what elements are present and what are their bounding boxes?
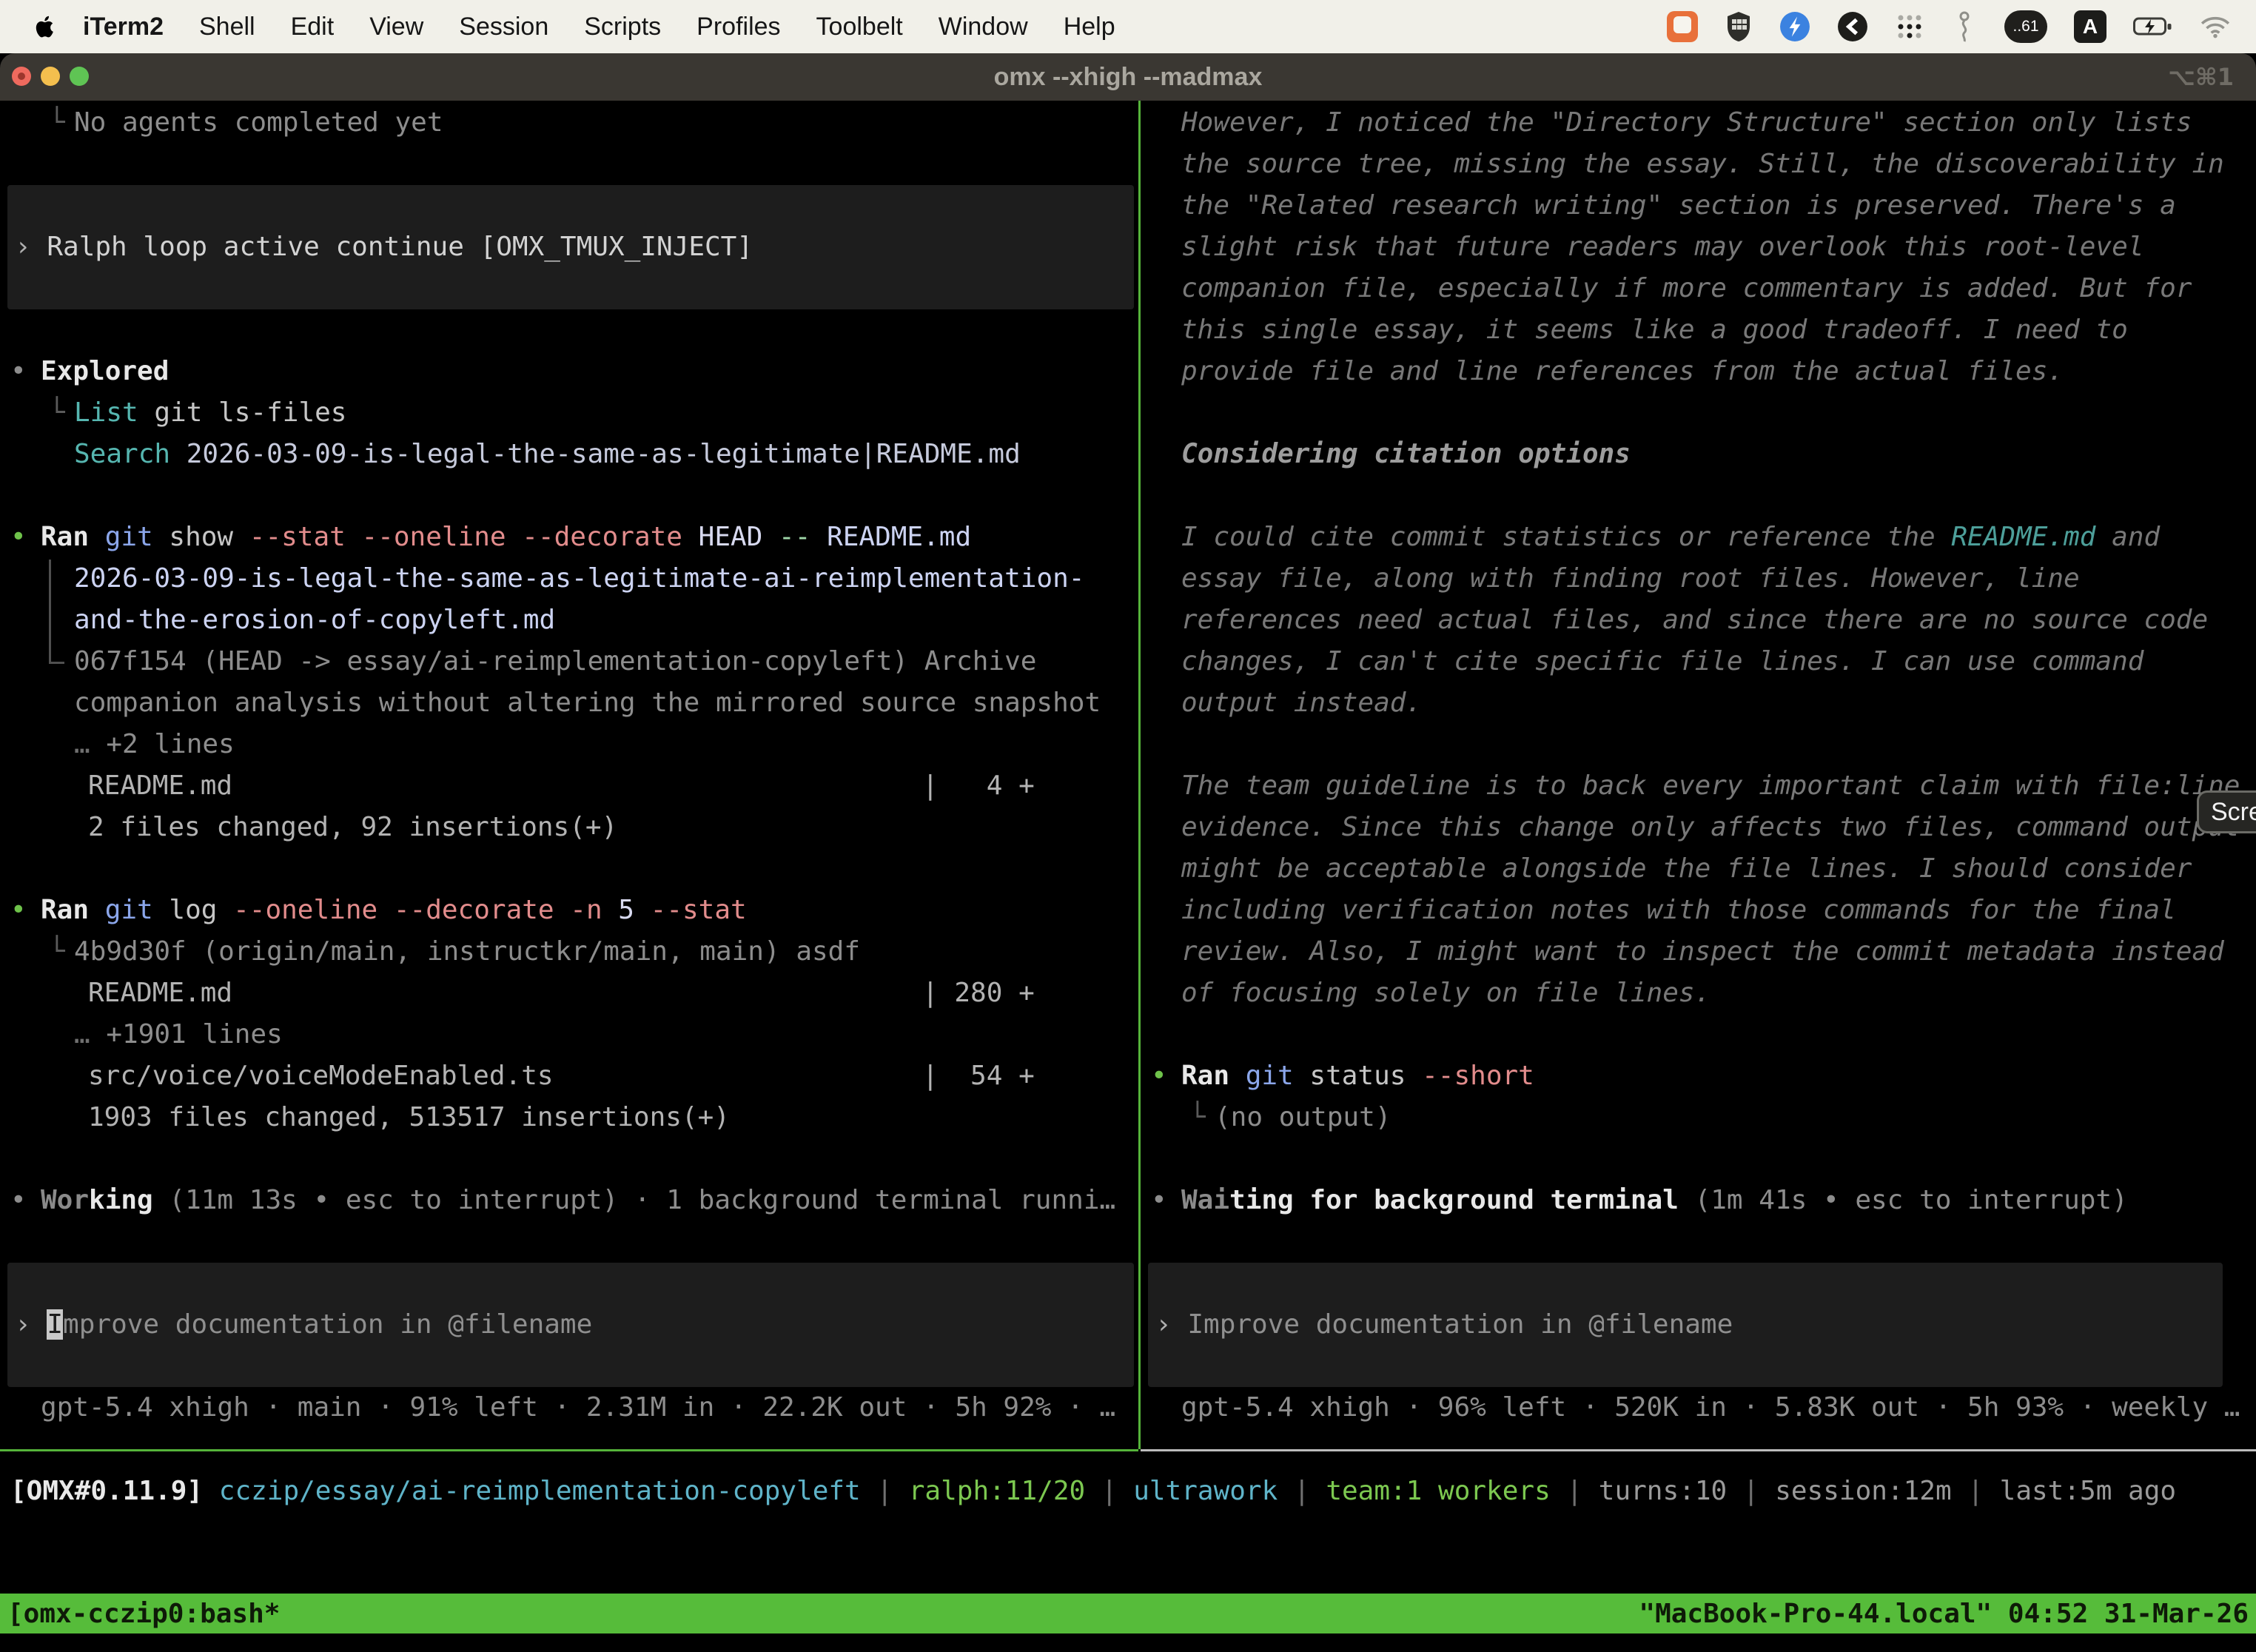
menu-item-shell[interactable]: Shell [181,13,273,41]
prompt-arrow-icon: › [15,1309,47,1340]
injected-prompt-text: Ralph loop active continue [OMX_TMUX_INJ… [47,232,753,262]
tree-corner-icon: └ [1189,1097,1206,1138]
window-titlebar: omx --xhigh --madmax ⌥⌘1 [0,53,2256,101]
tmux-status-bar: [omx-cczip0:bash* "MacBook-Pro-44.local" … [0,1594,2256,1633]
reasoning-heading: Considering citation options [1141,434,2256,475]
window-title: omx --xhigh --madmax [0,53,2256,101]
diffstat-line: README.md | 4 + [0,765,1138,807]
prompt-arrow-icon: › [15,232,47,262]
screen-share-chip[interactable]: Scre [2197,790,2256,833]
more-lines-note: … +2 lines [0,724,1138,765]
commit-filename-wrap: 2026-03-09-is-legal-the-same-as-legitima… [0,558,1138,641]
working-status-line: •Working (11m 13s • esc to interrupt) · … [0,1180,1138,1221]
omx-version: [OMX#0.11.9] [10,1476,219,1506]
tree-corner-icon: └ [49,102,65,144]
right-model-status-line: gpt-5.4 xhigh · 96% left · 520K in · 5.8… [1141,1387,2256,1428]
git-log-commit-line: └4b9d30f (origin/main, instructkr/main, … [0,931,1138,973]
tmux-host-clock: "MacBook-Pro-44.local" 04:52 31-Mar-26 [1639,1599,2249,1629]
menu-bar: iTerm2 Shell Edit View Session Scripts P… [0,0,2256,53]
figure-app-icon[interactable] [1951,10,1978,43]
spinner-bullet-icon: • [1151,1180,1167,1221]
session-duration: session:12m [1775,1476,1951,1506]
record-app-icon[interactable] [1837,11,1868,42]
menu-item-help[interactable]: Help [1046,13,1133,41]
menu-item-profiles[interactable]: Profiles [679,13,798,41]
wifi-icon[interactable] [2200,15,2231,38]
bullet-icon: • [10,517,27,558]
prompt-placeholder-text: mprove documentation in @filename [63,1309,592,1340]
menu-item-edit[interactable]: Edit [273,13,352,41]
right-pane-bottom-border [1141,1449,2256,1451]
bullet-icon: • [10,351,27,392]
left-agent-pane: └No agents completed yet › Ralph loop ac… [0,101,1138,1428]
apple-menu[interactable] [25,13,65,40]
readme-link: README.md [1951,522,2095,552]
reasoning-paragraph: The team guideline is to back every impo… [1141,765,2256,1014]
bullet-icon: • [1151,1055,1167,1097]
blue-bolt-app-icon[interactable] [1779,11,1810,42]
omx-project-path: cczip/essay/ai-reimplementation-copyleft [219,1476,861,1506]
bullet-icon: • [10,890,27,931]
ralph-counter: ralph:11/20 [909,1476,1085,1506]
ran-git-log-line: •Ran git log --oneline --decorate -n 5 -… [0,890,1138,931]
input-source-icon[interactable]: A [2074,10,2106,43]
left-model-status-line: gpt-5.4 xhigh · main · 91% left · 2.31M … [0,1387,1138,1428]
omx-status-line: [OMX#0.11.9] cczip/essay/ai-reimplementa… [0,1471,2176,1512]
menu-item-view[interactable]: View [352,13,441,41]
chat-app-icon[interactable] [1667,11,1698,42]
reasoning-paragraph: I could cite commit statistics or refere… [1141,517,2256,724]
spinner-bullet-icon: • [10,1180,27,1221]
menu-item-toolbelt[interactable]: Toolbelt [799,13,921,41]
diffstat-line: README.md | 280 + [0,973,1138,1014]
diffstat-line: src/voice/voiceModeEnabled.ts | 54 + [0,1055,1138,1097]
text-cursor: I [47,1309,63,1340]
reasoning-paragraph: However, I noticed the "Directory Struct… [1141,102,2256,392]
right-agent-pane: However, I noticed the "Directory Struct… [1141,101,2256,1428]
team-workers-badge: team:1 workers [1326,1476,1550,1506]
turns-counter: turns:10 [1599,1476,1727,1506]
menu-status-icons: ..61 A [1667,10,2256,43]
diffstat-summary: 2 files changed, 92 insertions(+) [0,807,1138,848]
no-output-line: └(no output) [1141,1097,2256,1138]
agents-status-line: └No agents completed yet [0,102,1138,144]
tree-connector-line [49,560,64,664]
menu-left: iTerm2 Shell Edit View Session Scripts P… [0,13,1133,41]
ran-git-show-line: •Ran git show --stat --oneline --decorat… [0,517,1138,558]
tmux-session-window[interactable]: [omx-cczip0:bash* [7,1599,280,1629]
apple-logo-icon [33,13,55,40]
waiting-status-line: •Waiting for background terminal (1m 41s… [1141,1180,2256,1221]
left-pane-bottom-border [0,1449,1138,1451]
diffstat-summary: 1903 files changed, 513517 insertions(+) [0,1097,1138,1138]
tree-corner-icon: └ [49,931,65,973]
window-shortcut-badge: ⌥⌘1 [2168,53,2234,101]
injected-prompt-box[interactable]: › Ralph loop active continue [OMX_TMUX_I… [7,185,1134,309]
ran-git-status-line: •Ran git status --short [1141,1055,2256,1097]
terminal-content: └No agents completed yet › Ralph loop ac… [0,101,2256,1652]
more-lines-note: … +1901 lines [0,1014,1138,1055]
prompt-placeholder-text: Improve documentation in @filename [1187,1309,1733,1340]
menu-item-scripts[interactable]: Scripts [566,13,679,41]
timer-badge-icon[interactable]: ..61 [2004,10,2047,43]
last-activity: last:5m ago [2000,1476,2176,1506]
left-prompt-input[interactable]: › Improve documentation in @filename [7,1263,1134,1387]
menu-item-iterm2[interactable]: iTerm2 [65,13,181,41]
menu-item-window[interactable]: Window [921,13,1046,41]
right-prompt-input[interactable]: › Improve documentation in @filename [1148,1263,2223,1387]
dots-grid-icon[interactable] [1895,12,1924,41]
commit-message-block: 067f154 (HEAD -> essay/ai-reimplementati… [0,641,1138,724]
menu-item-session[interactable]: Session [441,13,566,41]
tool-list-line: └List git ls-files [0,392,1138,434]
shield-app-icon[interactable] [1725,10,1753,43]
battery-icon[interactable] [2133,16,2173,37]
prompt-arrow-icon: › [1155,1309,1187,1340]
explored-header: •Explored [0,351,1138,392]
tool-search-line: Search 2026-03-09-is-legal-the-same-as-l… [0,434,1138,475]
ultrawork-badge: ultrawork [1133,1476,1278,1506]
tree-corner-icon: └ [49,392,65,434]
